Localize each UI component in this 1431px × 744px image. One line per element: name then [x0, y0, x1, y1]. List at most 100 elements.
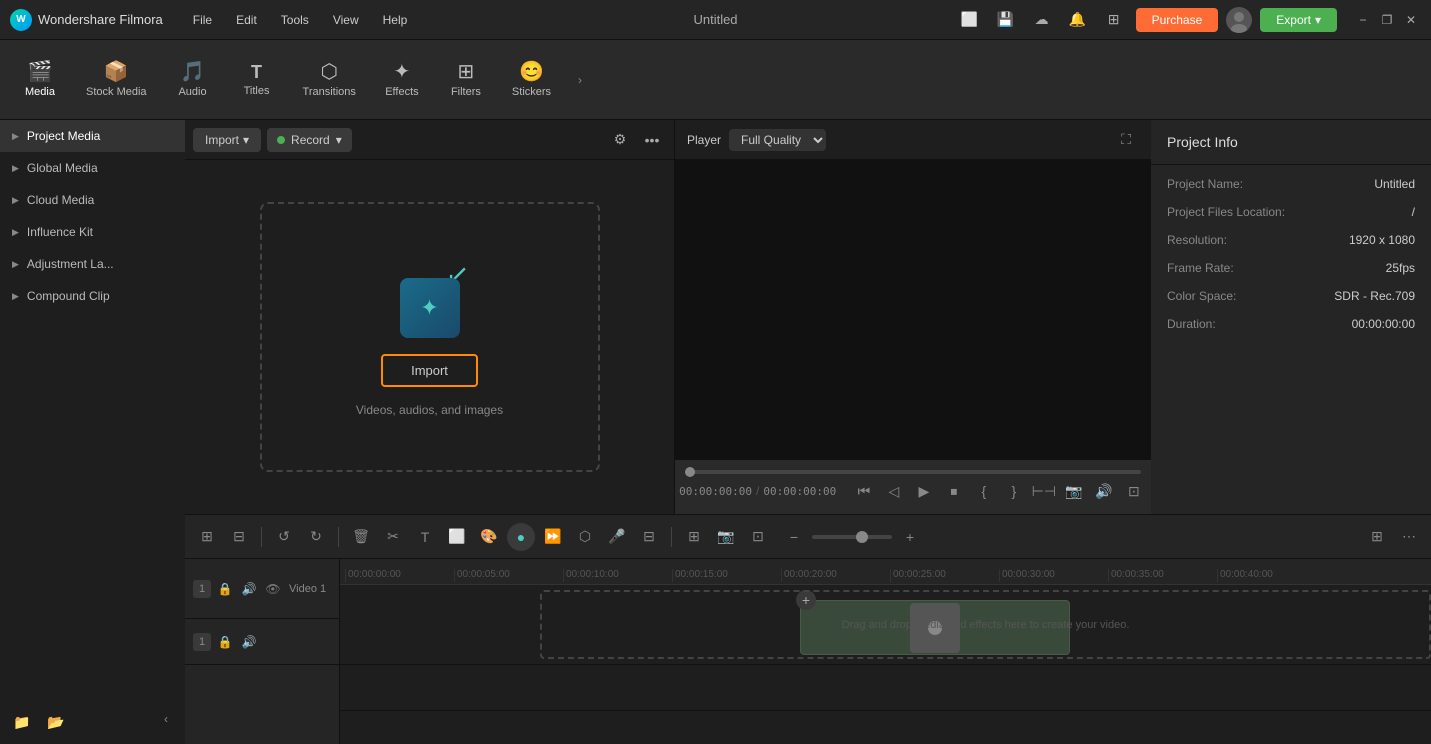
play-button[interactable]: ▶ — [911, 478, 937, 504]
restore-button[interactable]: ❐ — [1377, 10, 1397, 30]
delete-button[interactable]: 🗑 — [347, 523, 375, 551]
sidebar-item-influence-kit[interactable]: ▶ Influence Kit — [0, 216, 185, 248]
info-label-framerate: Frame Rate: — [1167, 261, 1234, 275]
minimize-button[interactable]: − — [1353, 10, 1373, 30]
timeline-grid-button[interactable]: ⊞ — [1363, 523, 1391, 551]
import-button[interactable]: Import ▾ — [193, 128, 261, 152]
menu-view[interactable]: View — [323, 9, 369, 31]
import-label: Import — [205, 133, 239, 147]
stop-button[interactable]: ⏹ — [941, 478, 967, 504]
timeline-group-button[interactable]: ⊟ — [225, 523, 253, 551]
zoom-out-button[interactable]: − — [780, 523, 808, 551]
step-back-button[interactable]: ◁ — [881, 478, 907, 504]
close-button[interactable]: ✕ — [1401, 10, 1421, 30]
video-mute-icon[interactable]: 🔊 — [239, 579, 259, 599]
project-info-table: Project Name: Untitled Project Files Loc… — [1151, 165, 1431, 343]
voice-button[interactable]: 🎤 — [603, 523, 631, 551]
speed-button[interactable]: ⏩ — [539, 523, 567, 551]
logo-icon: W — [10, 9, 32, 31]
fullscreen-icon[interactable]: ⛶ — [1113, 127, 1139, 153]
center-top: Import ▾ Record ▾ ⚙ ••• — [185, 120, 1431, 514]
project-info-title: Project Info — [1151, 120, 1431, 165]
audio-lock-icon[interactable]: 🔒 — [215, 632, 235, 652]
record-dot-icon — [277, 136, 285, 144]
undo-button[interactable]: ↺ — [270, 523, 298, 551]
cut-button[interactable]: ✂ — [379, 523, 407, 551]
record-button[interactable]: Record ▾ — [267, 128, 352, 152]
snap-button[interactable]: ● — [507, 523, 535, 551]
mark-out-button[interactable]: } — [1001, 478, 1027, 504]
snapshot-button[interactable]: 📷 — [1061, 478, 1087, 504]
toolbar-item-audio[interactable]: 🎵 Audio — [163, 56, 223, 104]
camera-button[interactable]: 📷 — [712, 523, 740, 551]
mark-in-button[interactable]: { — [971, 478, 997, 504]
text-button[interactable]: T — [411, 523, 439, 551]
toolbar-item-effects[interactable]: ✦ Effects — [372, 56, 432, 104]
video-eye-icon[interactable]: 👁 — [263, 579, 283, 599]
sidebar-item-global-media[interactable]: ▶ Global Media — [0, 152, 185, 184]
go-start-button[interactable]: ⏮ — [851, 478, 877, 504]
redo-button[interactable]: ↻ — [302, 523, 330, 551]
filter-icon[interactable]: ⚙ — [606, 126, 634, 154]
volume-button[interactable]: 🔊 — [1091, 478, 1117, 504]
chevron-right-icon-3: ▶ — [12, 195, 19, 206]
toolbar-divider-2 — [338, 527, 339, 547]
preview-screen — [675, 160, 1151, 459]
toolbar-item-media[interactable]: 🎬 Media — [10, 56, 70, 104]
stock-icon: 📦 — [104, 62, 129, 82]
add-folder-icon[interactable]: 📁 — [8, 708, 36, 736]
audio-track — [340, 665, 1431, 711]
timeline-ruler: 00:00:00:00 00:00:05:00 00:00:10:00 00:0… — [340, 559, 1431, 585]
sidebar-item-cloud-media[interactable]: ▶ Cloud Media — [0, 184, 185, 216]
open-folder-icon[interactable]: 📂 — [42, 708, 70, 736]
preview-buttons-row: 00:00:00:00 / 00:00:00:00 ⏮ ◁ ▶ ⏹ { } ⊢⊣… — [679, 478, 1147, 504]
timeline-settings-button[interactable]: ⋯ — [1395, 523, 1423, 551]
purchase-button[interactable]: Purchase — [1136, 8, 1219, 32]
mask-button[interactable]: ⬡ — [571, 523, 599, 551]
export-button[interactable]: Export ▾ — [1260, 8, 1337, 32]
info-row-colorspace: Color Space: SDR - Rec.709 — [1167, 289, 1415, 303]
sidebar-item-compound-clip[interactable]: ▶ Compound Clip — [0, 280, 185, 312]
pip-timeline-button[interactable]: ⊡ — [744, 523, 772, 551]
menu-tools[interactable]: Tools — [271, 9, 319, 31]
cloud-upload-icon[interactable]: ☁ — [1028, 6, 1056, 34]
timeline-track-headers: 1 🔒 🔊 👁 Video 1 1 — [185, 559, 340, 744]
chevron-right-icon-5: ▶ — [12, 259, 19, 270]
ruler-mark-0: 00:00:00:00 — [345, 569, 454, 582]
timeline-inner: ⊞ ⊟ ↺ ↻ 🗑 ✂ T ⬜ 🎨 ● ⏩ ⬡ 🎤 — [185, 515, 1431, 744]
toolbar-item-filters[interactable]: ⊞ Filters — [436, 56, 496, 104]
video-lock-icon[interactable]: 🔒 — [215, 579, 235, 599]
audio-mute-icon[interactable]: 🔊 — [239, 632, 259, 652]
split-button[interactable]: ⊢⊣ — [1031, 478, 1057, 504]
toolbar-item-transitions[interactable]: ⬡ Transitions — [291, 56, 368, 104]
more-options-icon[interactable]: ••• — [638, 126, 666, 154]
ruler-mark-1: 00:00:05:00 — [454, 569, 563, 582]
pip-button[interactable]: ⊡ — [1121, 478, 1147, 504]
monitor-icon[interactable]: ⬜ — [956, 6, 984, 34]
zoom-slider[interactable] — [812, 535, 892, 539]
sidebar-item-adjustment-layer[interactable]: ▶ Adjustment La... — [0, 248, 185, 280]
sidebar-item-project-media[interactable]: ▶ Project Media — [0, 120, 185, 152]
save-icon[interactable]: 💾 — [992, 6, 1020, 34]
timeline-layers-button[interactable]: ⊞ — [193, 523, 221, 551]
toolbar-item-stock[interactable]: 📦 Stock Media — [74, 56, 159, 104]
subtitle-button[interactable]: ⊟ — [635, 523, 663, 551]
collapse-sidebar-button[interactable]: ‹ — [155, 708, 177, 730]
toolbar-item-stickers[interactable]: 😊 Stickers — [500, 56, 563, 104]
zoom-in-button[interactable]: + — [896, 523, 924, 551]
timeline-area: ⊞ ⊟ ↺ ↻ 🗑 ✂ T ⬜ 🎨 ● ⏩ ⬡ 🎤 — [185, 514, 1431, 744]
crop-button[interactable]: ⬜ — [443, 523, 471, 551]
grid-icon[interactable]: ⊞ — [1100, 6, 1128, 34]
ripple-button[interactable]: ⊞ — [680, 523, 708, 551]
import-center-button[interactable]: Import — [381, 354, 478, 387]
menu-file[interactable]: File — [183, 9, 222, 31]
notification-icon[interactable]: 🔔 — [1064, 6, 1092, 34]
color-button[interactable]: 🎨 — [475, 523, 503, 551]
menu-edit[interactable]: Edit — [226, 9, 267, 31]
preview-controls: 00:00:00:00 / 00:00:00:00 ⏮ ◁ ▶ ⏹ { } ⊢⊣… — [675, 459, 1151, 514]
menu-help[interactable]: Help — [373, 9, 418, 31]
toolbar-item-titles[interactable]: T Titles — [227, 57, 287, 103]
preview-scrubber[interactable] — [685, 470, 1141, 474]
toolbar-more-button[interactable]: › — [567, 50, 593, 110]
quality-select[interactable]: Full Quality 1/2 Quality 1/4 Quality — [729, 129, 826, 151]
